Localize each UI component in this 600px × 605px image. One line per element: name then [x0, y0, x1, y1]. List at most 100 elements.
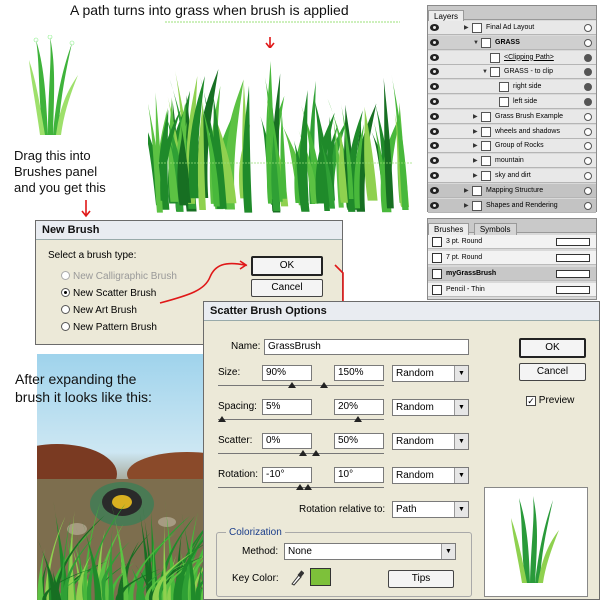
grass-preview-icon: [511, 496, 559, 583]
radio-art[interactable]: New Art Brush: [61, 305, 137, 316]
eye-icon[interactable]: [430, 53, 439, 61]
brush-name: 7 pt. Round: [446, 254, 483, 261]
layer-row[interactable]: ▶ Final Ad Layout: [428, 21, 596, 35]
min-field[interactable]: -10°: [262, 467, 312, 483]
slider-knob[interactable]: [218, 416, 226, 422]
tips-button[interactable]: Tips: [388, 570, 454, 588]
chevron-down-icon: ▼: [454, 400, 468, 415]
target-icon[interactable]: [584, 24, 592, 32]
cancel-button[interactable]: Cancel: [519, 363, 586, 381]
min-field[interactable]: 0%: [262, 433, 312, 449]
min-field[interactable]: 90%: [262, 365, 312, 381]
max-field[interactable]: 150%: [334, 365, 384, 381]
rotation-relative-select[interactable]: Path ▼: [392, 501, 469, 518]
variation-select[interactable]: Random ▼: [392, 467, 469, 484]
layer-row[interactable]: ▼ GRASS: [428, 35, 596, 50]
tab-symbols[interactable]: Symbols: [473, 223, 517, 235]
method-select[interactable]: None ▼: [284, 543, 456, 560]
eye-icon[interactable]: [430, 157, 439, 165]
target-icon[interactable]: [584, 68, 592, 77]
layer-row[interactable]: ▶ Group of Rocks: [428, 139, 596, 154]
layer-row[interactable]: left side: [428, 95, 596, 109]
expand-toggle-icon[interactable]: ▶: [464, 21, 469, 35]
target-icon[interactable]: [584, 186, 592, 195]
expand-toggle-icon[interactable]: ▶: [473, 169, 478, 183]
layer-row[interactable]: ▶ Mapping Structure: [428, 183, 596, 198]
eye-icon[interactable]: [430, 38, 439, 46]
rotation-relative-label: Rotation relative to:: [299, 504, 386, 515]
max-field[interactable]: 50%: [334, 433, 384, 449]
brush-item[interactable]: myGrassBrush: [428, 267, 596, 281]
layer-thumbnail: [481, 171, 491, 181]
slider-knob[interactable]: [312, 450, 320, 456]
target-icon[interactable]: [584, 38, 592, 47]
target-icon[interactable]: [584, 127, 592, 136]
expand-toggle-icon[interactable]: ▼: [473, 36, 479, 50]
layer-name: left side: [513, 98, 538, 105]
brush-name: Pencil - Thin: [446, 286, 485, 293]
layer-row[interactable]: ▶ Shapes and Rendering: [428, 198, 596, 213]
expand-toggle-icon[interactable]: ▶: [473, 154, 478, 168]
layer-row[interactable]: ▶ mountain: [428, 154, 596, 169]
eye-icon[interactable]: [430, 98, 439, 105]
target-icon[interactable]: [584, 157, 592, 166]
radio-label: New Scatter Brush: [73, 288, 157, 299]
key-color-swatch[interactable]: [310, 568, 331, 586]
ok-button[interactable]: OK: [519, 338, 586, 358]
brushes-panel[interactable]: Brushes Symbols 3 pt. Round 7 pt. Round my…: [427, 218, 597, 300]
expand-toggle-icon[interactable]: ▶: [473, 125, 478, 139]
scatter-brush-options-dialog: Scatter Brush Options Name: GrassBrush O…: [203, 301, 600, 600]
layer-row[interactable]: ▶ sky and dirt: [428, 169, 596, 183]
layer-row[interactable]: ▶ Grass Brush Example: [428, 109, 596, 124]
layer-row[interactable]: right side: [428, 80, 596, 95]
eye-icon[interactable]: [430, 201, 439, 209]
expand-toggle-icon[interactable]: ▶: [473, 139, 478, 153]
max-field[interactable]: 20%: [334, 399, 384, 415]
expand-toggle-icon[interactable]: ▶: [473, 110, 478, 124]
radio-scatter[interactable]: New Scatter Brush: [61, 288, 156, 299]
layer-row[interactable]: ▶ wheels and shadows: [428, 124, 596, 139]
eye-icon[interactable]: [430, 172, 439, 179]
max-field[interactable]: 10°: [334, 467, 384, 483]
brush-item[interactable]: 3 pt. Round: [428, 235, 596, 249]
brush-item[interactable]: Pencil - Thin: [428, 283, 596, 297]
variation-select[interactable]: Random ▼: [392, 433, 469, 450]
min-field[interactable]: 5%: [262, 399, 312, 415]
target-icon[interactable]: [584, 142, 592, 151]
target-icon[interactable]: [584, 83, 592, 92]
radio-pattern[interactable]: New Pattern Brush: [61, 322, 157, 333]
target-icon[interactable]: [584, 112, 592, 121]
eye-icon[interactable]: [430, 127, 439, 135]
layer-name: Group of Rocks: [495, 142, 544, 150]
eye-icon[interactable]: [430, 83, 439, 91]
name-field[interactable]: GrassBrush: [264, 339, 469, 355]
expand-toggle-icon[interactable]: ▼: [482, 65, 488, 79]
tab-brushes[interactable]: Brushes: [428, 223, 470, 235]
slider-knob[interactable]: [288, 382, 296, 388]
layer-row[interactable]: ▼ GRASS - to clip: [428, 65, 596, 80]
slider-knob[interactable]: [304, 484, 312, 490]
eye-icon[interactable]: [430, 186, 439, 194]
slider-knob[interactable]: [299, 450, 307, 456]
expand-toggle-icon[interactable]: ▶: [464, 199, 469, 213]
target-icon[interactable]: [584, 53, 592, 62]
eye-icon[interactable]: [430, 112, 439, 120]
target-icon[interactable]: [584, 201, 592, 210]
target-icon[interactable]: [584, 98, 592, 106]
eye-icon[interactable]: [430, 142, 439, 150]
eye-icon[interactable]: [430, 68, 439, 76]
slider-knob[interactable]: [320, 382, 328, 388]
variation-select[interactable]: Random ▼: [392, 365, 469, 382]
eye-icon[interactable]: [430, 24, 439, 31]
preview-checkbox[interactable]: ✓ Preview: [526, 395, 574, 406]
brush-item[interactable]: 7 pt. Round: [428, 251, 596, 265]
variation-select[interactable]: Random ▼: [392, 399, 469, 416]
expand-toggle-icon[interactable]: ▶: [464, 184, 469, 198]
range-slider[interactable]: [218, 385, 384, 386]
slider-knob[interactable]: [296, 484, 304, 490]
slider-knob[interactable]: [354, 416, 362, 422]
layer-row[interactable]: <Clipping Path>: [428, 50, 596, 65]
target-icon[interactable]: [584, 172, 592, 180]
eyedropper-icon[interactable]: [290, 570, 304, 586]
layers-panel[interactable]: Layers ▶ Final Ad Layout ▼ GRASS <Clipping P…: [427, 5, 597, 213]
